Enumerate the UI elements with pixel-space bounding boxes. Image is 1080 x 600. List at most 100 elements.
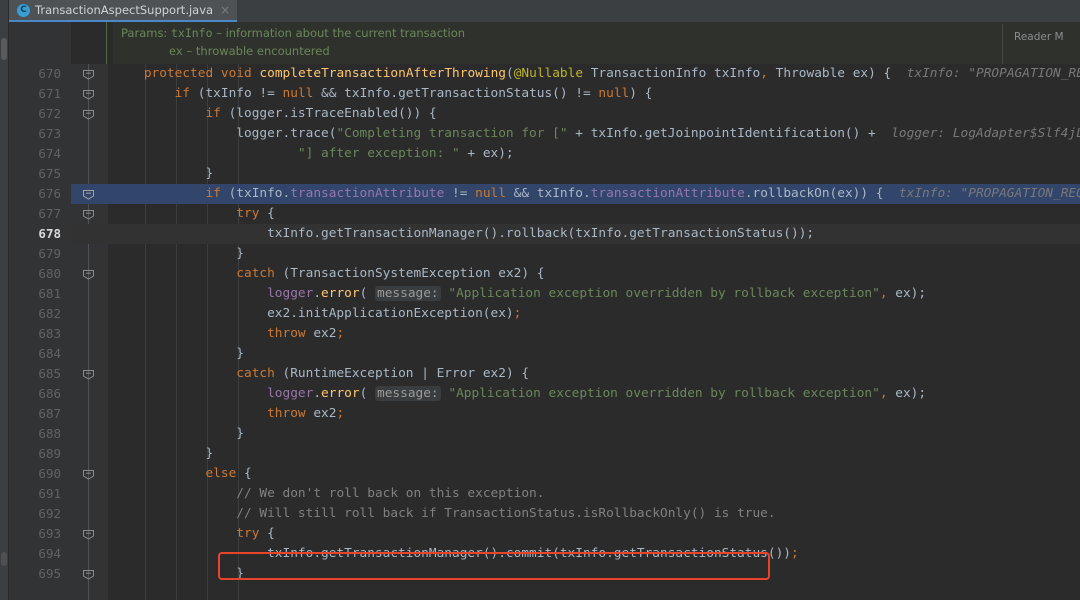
line-number[interactable]: 676	[9, 184, 61, 204]
code-text: ex2.initApplicationException(ex);	[113, 306, 522, 321]
left-tool-stripe[interactable]	[0, 0, 9, 600]
line-number[interactable]: 691	[9, 484, 61, 504]
code-text: catch (TransactionSystemException ex2) {	[236, 266, 545, 281]
code-row[interactable]: 693 try {	[9, 524, 1080, 544]
line-number[interactable]: 694	[9, 544, 61, 564]
code-row[interactable]: 671 if (txInfo != null && txInfo.getTran…	[9, 84, 1080, 104]
code-row-highlighted[interactable]: 676 if (txInfo.transactionAttribute != n…	[9, 184, 1080, 204]
line-number[interactable]: 673	[9, 124, 61, 144]
line-number[interactable]: 677	[9, 204, 61, 224]
code-row[interactable]: 673 logger.trace("Completing transaction…	[9, 124, 1080, 144]
fold-minus-icon[interactable]	[82, 109, 95, 120]
line-number[interactable]: 680	[9, 264, 61, 284]
code-text: logger.trace("Completing transaction for…	[113, 126, 1080, 141]
code-text: }	[113, 446, 214, 461]
code-row[interactable]: 692 // Will still roll back if Transacti…	[9, 504, 1080, 524]
line-number[interactable]: 684	[9, 344, 61, 364]
doc-params-text: Params: txInfo – information about the c…	[121, 24, 465, 60]
code-text: // Will still roll back if TransactionSt…	[236, 506, 776, 521]
line-number[interactable]: 693	[9, 524, 61, 544]
line-number[interactable]: 674	[9, 144, 61, 164]
fold-minus-icon[interactable]	[82, 69, 95, 80]
line-number[interactable]: 670	[9, 64, 61, 84]
line-number[interactable]: 687	[9, 404, 61, 424]
code-text: }	[113, 166, 214, 181]
ide-editor-window: C TransactionAspectSupport.java × Params…	[0, 0, 1080, 600]
code-text: try {	[236, 526, 275, 541]
doc-param1-desc: information about the current transactio…	[225, 26, 466, 40]
code-text: logger.error( message: "Application exce…	[267, 386, 927, 401]
doc-gutter-folds	[71, 22, 107, 64]
code-text: throw ex2;	[267, 406, 345, 421]
scrollbar-thumb-secondary[interactable]	[1, 552, 7, 566]
code-row[interactable]: 689 }	[9, 444, 1080, 464]
java-class-icon: C	[17, 3, 30, 17]
code-row[interactable]: 679 }	[9, 244, 1080, 264]
doc-params-label: Params:	[121, 26, 168, 40]
code-text: else {	[205, 466, 252, 481]
code-row[interactable]: 670 protected void completeTransactionAf…	[9, 64, 1080, 84]
code-row-annotated[interactable]: 694 txInfo.getTransactionManager().commi…	[9, 544, 1080, 564]
doc-param2-dash: –	[186, 44, 193, 58]
line-number[interactable]: 671	[9, 84, 61, 104]
fold-minus-icon[interactable]	[82, 569, 95, 580]
code-lines: 670 protected void completeTransactionAf…	[9, 64, 1080, 584]
code-row[interactable]: 691 // We don't roll back on this except…	[9, 484, 1080, 504]
code-row[interactable]: 688 }	[9, 424, 1080, 444]
line-number[interactable]: 679	[9, 244, 61, 264]
fold-minus-icon[interactable]	[82, 369, 95, 380]
line-number[interactable]: 689	[9, 444, 61, 464]
code-row[interactable]: 686 logger.error( message: "Application …	[9, 384, 1080, 404]
code-row[interactable]: 684 }	[9, 344, 1080, 364]
inline-documentation-strip: Params: txInfo – information about the c…	[9, 22, 1080, 64]
code-row[interactable]: 680 catch (TransactionSystemException ex…	[9, 264, 1080, 284]
code-row[interactable]: 687 throw ex2;	[9, 404, 1080, 424]
code-row[interactable]: 682 ex2.initApplicationException(ex);	[9, 304, 1080, 324]
line-number[interactable]: 686	[9, 384, 61, 404]
line-number[interactable]: 695	[9, 564, 61, 584]
line-number[interactable]: 682	[9, 304, 61, 324]
line-number[interactable]: 681	[9, 284, 61, 304]
reader-panel-divider	[1002, 24, 1003, 64]
line-number[interactable]: 675	[9, 164, 61, 184]
line-number[interactable]: 688	[9, 424, 61, 444]
fold-minus-icon[interactable]	[82, 89, 95, 100]
code-row[interactable]: 690 else {	[9, 464, 1080, 484]
close-icon[interactable]: ×	[218, 4, 230, 16]
doc-param2-desc: throwable encountered	[195, 44, 330, 58]
line-number[interactable]: 685	[9, 364, 61, 384]
fold-minus-icon[interactable]	[82, 209, 95, 220]
code-text: }	[113, 426, 244, 441]
fold-minus-icon[interactable]	[82, 469, 95, 480]
code-text: txInfo.getTransactionManager().commit(tx…	[113, 546, 799, 561]
code-row[interactable]: 674 "] after exception: " + ex);	[9, 144, 1080, 164]
code-row[interactable]: 685 catch (RuntimeException | Error ex2)…	[9, 364, 1080, 384]
code-row[interactable]: 675 }	[9, 164, 1080, 184]
code-editor-area[interactable]: 670 protected void completeTransactionAf…	[9, 64, 1080, 600]
line-number[interactable]: 690	[9, 464, 61, 484]
line-number[interactable]: 692	[9, 504, 61, 524]
editor-tab-transactionaspectsupport[interactable]: C TransactionAspectSupport.java ×	[9, 0, 238, 22]
code-text: "] after exception: " + ex);	[297, 146, 514, 161]
doc-accent-line	[106, 22, 107, 64]
code-row[interactable]: 677 try {	[9, 204, 1080, 224]
code-row[interactable]: 681 logger.error( message: "Application …	[9, 284, 1080, 304]
line-number[interactable]: 672	[9, 104, 61, 124]
code-row[interactable]: 672 if (logger.isTraceEnabled()) {	[9, 104, 1080, 124]
tab-bar-empty-area	[237, 0, 1080, 22]
line-number-current[interactable]: 678	[9, 224, 61, 244]
fold-minus-icon[interactable]	[82, 269, 95, 280]
reader-mode-label: Reader M	[1014, 31, 1064, 43]
scrollbar-thumb[interactable]	[1, 38, 7, 60]
fold-minus-icon[interactable]	[82, 529, 95, 540]
code-row[interactable]: 695 }	[9, 564, 1080, 584]
code-row[interactable]: 683 throw ex2;	[9, 324, 1080, 344]
code-text: // We don't roll back on this exception.	[236, 486, 545, 501]
code-text: txInfo.getTransactionManager().rollback(…	[113, 226, 815, 241]
code-text: }	[113, 246, 244, 261]
line-number[interactable]: 683	[9, 324, 61, 344]
code-text: if (txInfo.transactionAttribute != null …	[205, 186, 1080, 201]
doc-gutter-numbers	[9, 22, 71, 64]
fold-minus-icon[interactable]	[82, 189, 95, 200]
code-row-current[interactable]: 678 txInfo.getTransactionManager().rollb…	[9, 224, 1080, 244]
